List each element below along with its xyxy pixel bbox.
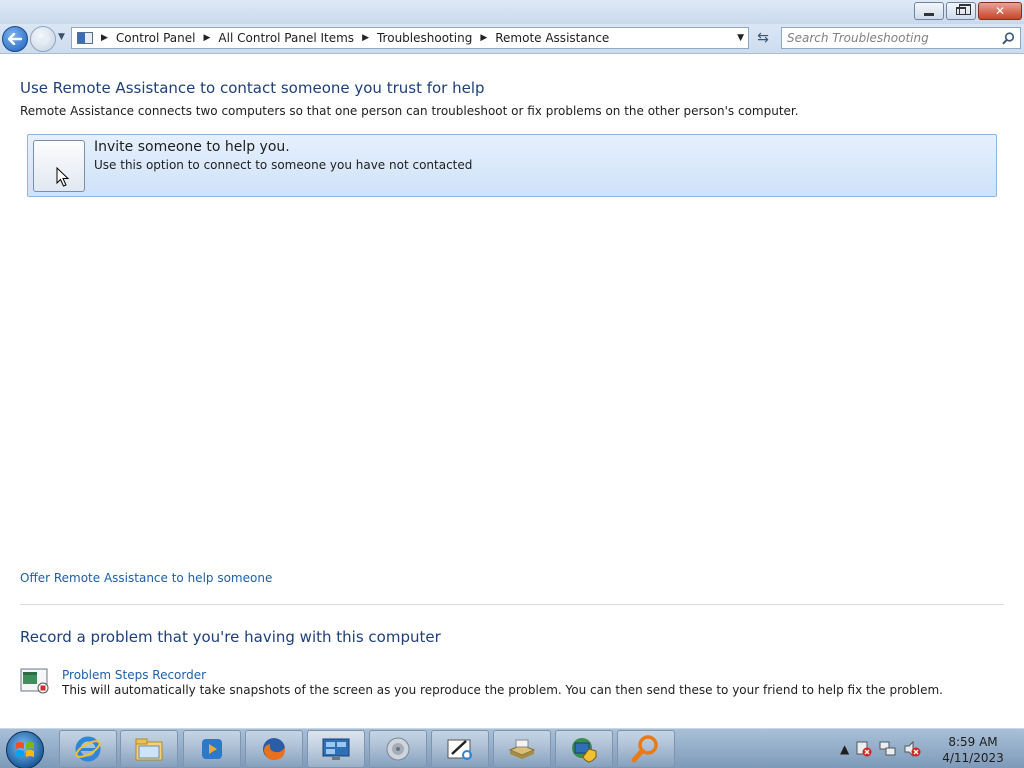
breadcrumb-control-panel[interactable]: Control Panel (116, 31, 196, 45)
control-panel-icon (77, 32, 93, 44)
page-description: Remote Assistance connects two computers… (20, 104, 799, 118)
close-icon: ✕ (994, 4, 1006, 18)
internet-explorer-icon (75, 736, 101, 762)
media-player-icon (202, 739, 222, 759)
taskbar-firefox[interactable] (245, 730, 303, 768)
show-hidden-icons-icon[interactable]: ▲ (840, 742, 849, 756)
clock-date: 4/11/2023 (942, 751, 1004, 765)
volume-muted-icon[interactable] (903, 740, 921, 758)
taskbar-internet-explorer[interactable] (59, 730, 117, 768)
windows-logo-icon (16, 742, 34, 757)
taskbar-sound[interactable] (369, 730, 427, 768)
back-button[interactable] (2, 26, 28, 52)
restore-icon (956, 4, 971, 15)
window-title-bar: ✕ (0, 0, 1024, 24)
problem-steps-recorder-link[interactable]: Problem Steps Recorder (62, 668, 206, 682)
snipping-tool-icon (447, 739, 472, 760)
refresh-button[interactable]: ⇆ (752, 27, 774, 49)
invite-option-icon (33, 140, 85, 192)
restore-button[interactable] (946, 2, 976, 20)
search-box[interactable] (781, 27, 1021, 49)
offer-remote-assistance-link[interactable]: Offer Remote Assistance to help someone (20, 571, 272, 585)
taskbar-snipping-tool[interactable] (431, 730, 489, 768)
clock-time: 8:59 AM (948, 735, 998, 749)
network-shield-icon (572, 738, 597, 763)
taskbar-clock[interactable]: 8:59 AM 4/11/2023 (938, 734, 1008, 766)
address-history-dropdown-icon[interactable]: ▼ (737, 33, 744, 43)
problem-steps-recorder-description: This will automatically take snapshots o… (62, 683, 943, 697)
start-button[interactable] (6, 731, 44, 768)
record-problem-heading: Record a problem that you're having with… (20, 628, 441, 646)
refresh-icon: ⇆ (757, 30, 769, 46)
taskbar: ▲ 8:59 AM 4/11/2023 (0, 728, 1024, 768)
address-bar[interactable]: ▶ Control Panel ▶ All Control Panel Item… (71, 27, 749, 49)
firefox-icon (263, 738, 286, 761)
forward-arrow-icon (36, 33, 50, 45)
breadcrumb-separator-icon[interactable]: ▶ (101, 33, 108, 43)
back-arrow-icon (8, 33, 22, 45)
scanner-icon (508, 739, 536, 759)
taskbar-media-player[interactable] (183, 730, 241, 768)
taskbar-remote-assistance[interactable] (307, 730, 365, 768)
breadcrumb-all-items[interactable]: All Control Panel Items (218, 31, 354, 45)
system-tray: ▲ (840, 733, 921, 765)
breadcrumb-separator-icon[interactable]: ▶ (480, 33, 487, 43)
magnifier-icon (631, 735, 658, 763)
main-content: Use Remote Assistance to contact someone… (0, 55, 1024, 728)
page-title: Use Remote Assistance to contact someone… (20, 79, 485, 97)
network-icon[interactable] (879, 740, 897, 758)
problem-steps-recorder-icon (20, 668, 49, 694)
taskbar-search[interactable] (617, 730, 675, 768)
forward-button[interactable] (30, 26, 56, 52)
windows-explorer-icon (135, 738, 163, 761)
recent-pages-dropdown-icon[interactable]: ▼ (58, 32, 65, 42)
taskbar-windows-explorer[interactable] (120, 730, 178, 768)
taskbar-network-security[interactable] (555, 730, 613, 768)
mouse-pointer-icon (56, 167, 70, 187)
search-input[interactable] (787, 31, 997, 45)
invite-option-title: Invite someone to help you. (94, 139, 290, 155)
remote-desktop-icon (322, 738, 350, 760)
breadcrumb-remote-assistance[interactable]: Remote Assistance (495, 31, 609, 45)
minimize-button[interactable] (914, 2, 944, 20)
invite-option-subtitle: Use this option to connect to someone yo… (94, 158, 473, 172)
taskbar-scanner[interactable] (493, 730, 551, 768)
navigation-bar: ▼ ▶ Control Panel ▶ All Control Panel It… (0, 24, 1024, 54)
section-divider (20, 604, 1004, 605)
breadcrumb-separator-icon[interactable]: ▶ (204, 33, 211, 43)
search-icon[interactable] (1002, 32, 1015, 45)
window-controls: ✕ (914, 2, 1022, 20)
breadcrumb-troubleshooting[interactable]: Troubleshooting (377, 31, 472, 45)
breadcrumb-separator-icon[interactable]: ▶ (362, 33, 369, 43)
close-button[interactable]: ✕ (978, 2, 1022, 20)
speaker-icon (386, 737, 410, 761)
invite-someone-option[interactable]: Invite someone to help you. Use this opt… (27, 134, 997, 197)
action-center-icon[interactable] (855, 740, 873, 758)
minimize-icon (924, 12, 934, 16)
